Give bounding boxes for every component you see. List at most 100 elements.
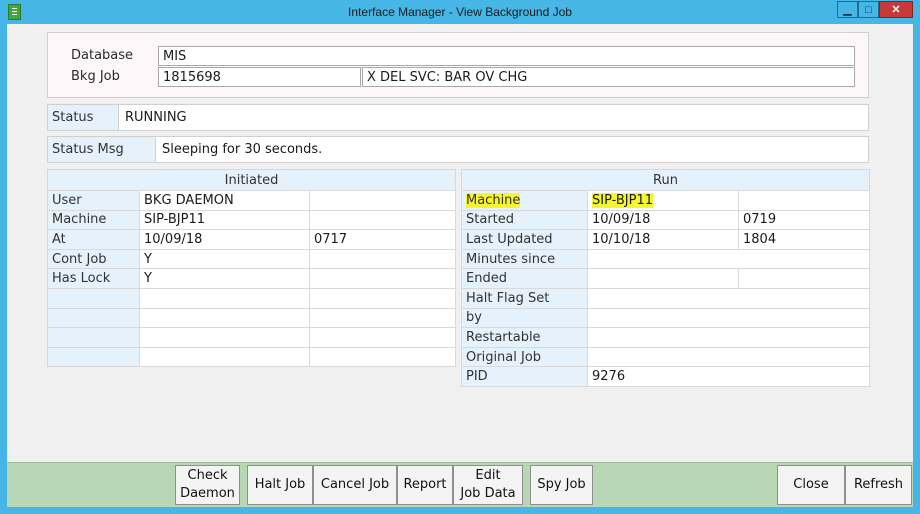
refresh-button[interactable]: Refresh (845, 465, 912, 505)
run-label: PID (461, 366, 588, 387)
table-row: Last Updated 10/10/18 1804 (461, 229, 870, 250)
edit-job-data-line1: Edit (475, 468, 501, 483)
run-value: 10/10/18 (587, 229, 739, 250)
check-daemon-button[interactable]: Check Daemon (175, 465, 240, 505)
initiated-extra (309, 287, 456, 309)
table-row: Minutes since (461, 248, 870, 270)
run-value (587, 346, 870, 368)
run-label: Ended (461, 268, 588, 289)
initiated-value (139, 327, 310, 348)
table-row: Has Lock Y (47, 268, 456, 289)
spy-job-button[interactable]: Spy Job (530, 465, 593, 505)
table-row: by (461, 307, 870, 329)
initiated-extra: 0717 (309, 229, 456, 250)
run-label: Halt Flag Set (461, 287, 588, 309)
cancel-job-button[interactable]: Cancel Job (313, 465, 397, 505)
initiated-label: Cont Job (47, 248, 140, 270)
initiated-extra (309, 209, 456, 231)
status-label: Status (48, 105, 119, 130)
run-label: Minutes since (461, 248, 588, 270)
minimize-button[interactable]: ▁ (837, 1, 858, 18)
table-row: Ended (461, 268, 870, 289)
initiated-header: Initiated (47, 169, 456, 191)
check-daemon-line1: Check (187, 468, 228, 483)
table-row: Started 10/09/18 0719 (461, 209, 870, 231)
run-value: SIP-BJP11 (587, 190, 739, 211)
initiated-value: Y (139, 268, 310, 289)
initiated-label (47, 327, 140, 348)
run-value: 10/09/18 (587, 209, 739, 231)
run-label: Last Updated (461, 229, 588, 250)
status-value: RUNNING (125, 110, 187, 125)
table-row (47, 327, 456, 348)
initiated-extra (309, 190, 456, 211)
report-button[interactable]: Report (397, 465, 453, 505)
run-label: Original Job (461, 346, 588, 368)
edit-job-data-button[interactable]: Edit Job Data (453, 465, 523, 505)
table-row: User BKG DAEMON (47, 190, 456, 211)
halt-job-button[interactable]: Halt Job (247, 465, 313, 505)
status-msg-row: Status Msg Sleeping for 30 seconds. (47, 136, 869, 163)
run-extra: 0719 (738, 209, 870, 231)
initiated-extra (309, 248, 456, 270)
status-row: Status RUNNING (47, 104, 869, 131)
table-row: Machine SIP-BJP11 (47, 209, 456, 231)
run-extra (738, 190, 870, 211)
table-row: Machine SIP-BJP11 (461, 190, 870, 211)
run-header: Run (461, 169, 870, 191)
window-title: Interface Manager - View Background Job (348, 5, 572, 19)
close-button[interactable]: Close (777, 465, 845, 505)
close-window-button[interactable]: ✕ (879, 1, 913, 18)
bkg-job-label: Bkg Job (71, 69, 120, 84)
run-label: Machine (461, 190, 588, 211)
initiated-label: User (47, 190, 140, 211)
run-extra (738, 268, 870, 289)
run-value (587, 248, 870, 270)
run-table: Run Machine SIP-BJP11 Started 10/09/18 0719… (461, 169, 870, 387)
initiated-value (139, 346, 310, 368)
initiated-extra (309, 307, 456, 329)
run-label: by (461, 307, 588, 329)
run-value: 9276 (587, 366, 870, 387)
table-row: At 10/09/18 0717 (47, 229, 456, 250)
table-row: Halt Flag Set (461, 287, 870, 309)
bkg-job-description-field[interactable]: X DEL SVC: BAR OV CHG (362, 67, 855, 87)
database-label: Database (71, 48, 134, 63)
initiated-label (47, 346, 140, 368)
initiated-value: SIP-BJP11 (139, 209, 310, 231)
initiated-value: 10/09/18 (139, 229, 310, 250)
database-field[interactable]: MIS (158, 46, 855, 66)
job-header-panel: Database MIS Bkg Job 1815698 X DEL SVC: … (47, 32, 869, 98)
table-row: Restartable (461, 327, 870, 348)
bkg-job-id-field[interactable]: 1815698 (158, 67, 361, 87)
initiated-label: At (47, 229, 140, 250)
highlighted-machine-label: Machine (466, 192, 521, 208)
edit-job-data-line2: Job Data (460, 486, 516, 501)
table-row (47, 287, 456, 309)
client-area: Database MIS Bkg Job 1815698 X DEL SVC: … (7, 24, 913, 507)
status-msg-label: Status Msg (48, 137, 156, 162)
initiated-table: Initiated User BKG DAEMON Machine SIP-BJP1… (47, 169, 456, 368)
run-label: Started (461, 209, 588, 231)
initiated-label: Machine (47, 209, 140, 231)
initiated-extra (309, 268, 456, 289)
title-bar[interactable]: Interface Manager - View Background Job … (0, 0, 920, 24)
initiated-label: Has Lock (47, 268, 140, 289)
run-label: Restartable (461, 327, 588, 348)
initiated-label (47, 287, 140, 309)
table-row (47, 307, 456, 329)
check-daemon-line2: Daemon (180, 486, 235, 501)
run-value (587, 307, 870, 329)
button-bar: Check Daemon Halt Job Cancel Job Report E… (7, 462, 913, 507)
table-row: PID 9276 (461, 366, 870, 387)
initiated-value (139, 287, 310, 309)
run-value (587, 287, 870, 309)
initiated-extra (309, 346, 456, 368)
initiated-extra (309, 327, 456, 348)
maximize-button[interactable]: □ (858, 1, 879, 18)
table-row (47, 346, 456, 368)
run-value (587, 327, 870, 348)
status-msg-value: Sleeping for 30 seconds. (162, 142, 323, 157)
window: Interface Manager - View Background Job … (0, 0, 920, 514)
table-row: Cont Job Y (47, 248, 456, 270)
